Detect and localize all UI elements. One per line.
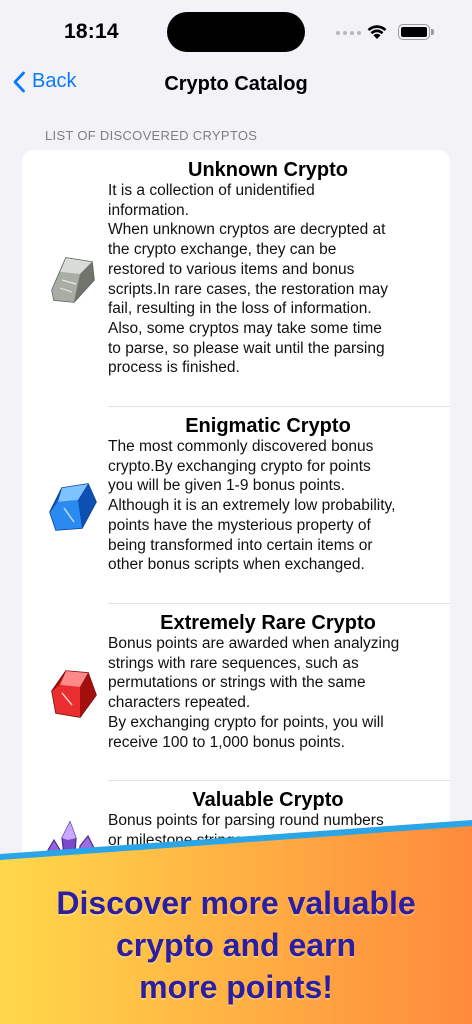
divider <box>108 406 450 407</box>
banner-line-2: crypto and earn <box>115 927 357 963</box>
wifi-icon <box>367 25 387 39</box>
crypto-title: Valuable Crypto <box>192 789 344 811</box>
crypto-title: Unknown Crypto <box>188 159 348 181</box>
cellular-signal-icon <box>336 31 361 35</box>
red-crystal-icon <box>51 670 97 718</box>
navigation-bar: Back Crypto Catalog <box>0 62 472 106</box>
crypto-description: The most commonly discovered bonus crypt… <box>108 438 396 574</box>
battery-icon <box>398 24 434 40</box>
crypto-description: Bonus points are awarded when analyzing … <box>108 635 400 751</box>
crypto-title: Extremely Rare Crypto <box>160 612 376 634</box>
section-header: LIST OF DISCOVERED CRYPTOS <box>45 128 258 143</box>
gray-crystal-icon <box>51 257 95 303</box>
banner-line-3: more points! <box>139 969 333 1005</box>
divider <box>108 603 450 604</box>
crypto-list: Unknown Crypto It is a collection of uni… <box>22 150 450 870</box>
banner-line-1: Discover more valuable <box>56 885 416 921</box>
status-time: 18:14 <box>64 20 119 43</box>
blue-crystal-icon <box>49 483 97 531</box>
status-bar: 18:14 <box>0 0 472 62</box>
page-title: Crypto Catalog <box>164 73 308 95</box>
dynamic-island <box>167 12 305 52</box>
crypto-description: It is a collection of unidentified infor… <box>108 182 388 377</box>
promo-banner: Discover more valuable crypto and earn m… <box>0 820 472 1024</box>
divider <box>108 780 450 781</box>
crypto-title: Enigmatic Crypto <box>185 415 351 437</box>
